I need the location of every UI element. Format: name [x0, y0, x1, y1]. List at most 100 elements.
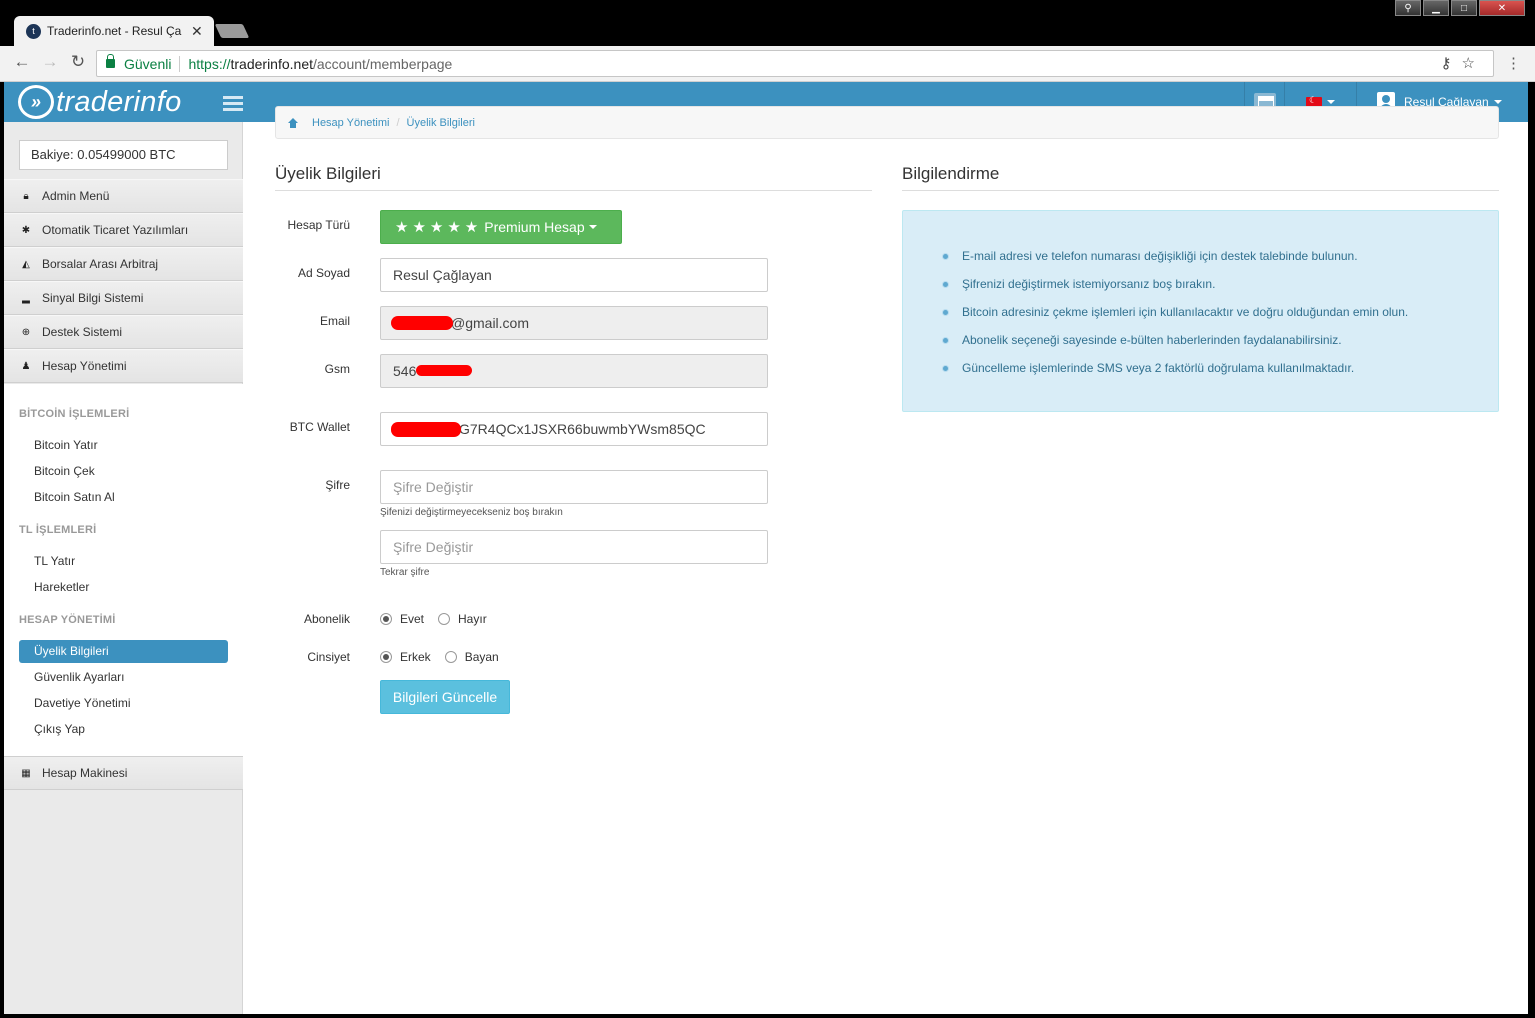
maximize-icon[interactable]: □	[1451, 0, 1477, 16]
subscription-no-label[interactable]: Hayır	[458, 612, 487, 626]
sidebar-item-trading-software[interactable]: ✱ Otomatik Ticaret Yazılımları	[4, 213, 243, 247]
url-host: traderinfo.net	[230, 55, 314, 72]
logo-mark-icon: »	[18, 85, 54, 119]
sidebar-item-label: Borsalar Arası Arbitraj	[42, 257, 159, 271]
sidebar-link-tl-deposit[interactable]: TL Yatır	[19, 550, 228, 573]
breadcrumb-item[interactable]: Üyelik Bilgileri	[407, 117, 475, 129]
sidebar-link-bitcoin-withdraw[interactable]: Bitcoin Çek	[19, 460, 228, 483]
sidebar-link-logout[interactable]: Çıkış Yap	[19, 718, 228, 741]
sidebar-item-support[interactable]: ⊕ Destek Sistemi	[4, 315, 243, 349]
star-bookmark-icon[interactable]: ☆	[1462, 55, 1485, 72]
breadcrumb-item[interactable]: Hesap Yönetimi	[312, 117, 389, 129]
sidebar-item-account-management[interactable]: ♟ Hesap Yönetimi	[4, 349, 243, 383]
hamburger-menu-icon[interactable]	[223, 96, 243, 114]
sidebar-item-calculator[interactable]: ▦ Hesap Makinesi	[4, 756, 243, 790]
password-confirm-field[interactable]	[380, 530, 768, 564]
window-close-icon[interactable]: ✕	[1479, 0, 1525, 16]
premium-account-dropdown[interactable]: ★★★★★ Premium Hesap	[380, 210, 622, 244]
btc-wallet-label: BTC Wallet	[289, 420, 350, 434]
password-field[interactable]	[380, 470, 768, 504]
url-scheme: https://	[188, 55, 231, 72]
info-list-item: Şifrenizi değiştirmek istemiyorsanız boş…	[943, 277, 1215, 291]
sidebar-link-membership-info[interactable]: Üyelik Bilgileri	[19, 640, 228, 663]
android-icon: ✱	[21, 224, 31, 236]
subscription-yes-radio[interactable]	[380, 613, 392, 625]
sidebar: Bakiye: 0.05499000 BTC 🔒︎ Admin Menü ✱ O…	[4, 122, 243, 1014]
sidebar-item-label: Hesap Makinesi	[42, 766, 128, 780]
forward-arrow-icon[interactable]: →	[38, 52, 62, 72]
home-icon[interactable]	[288, 117, 298, 128]
new-tab-button[interactable]	[214, 24, 250, 38]
sidebar-link-invitations[interactable]: Davetiye Yönetimi	[19, 692, 228, 715]
sidebar-item-admin-menu[interactable]: 🔒︎ Admin Menü	[4, 179, 243, 213]
sidebar-item-arbitrage[interactable]: ◭ Borsalar Arası Arbitraj	[4, 247, 243, 281]
sidebar-link-bitcoin-buy[interactable]: Bitcoin Satın Al	[19, 486, 228, 509]
back-arrow-icon[interactable]: ←	[10, 52, 34, 72]
btc-wallet-value: G7R4QCx1JSXR66buwmbYWsm85QC	[459, 421, 706, 437]
redaction-mark	[416, 365, 472, 376]
subscription-yes-label[interactable]: Evet	[400, 612, 424, 626]
sidebar-item-signal-system[interactable]: ▂ Sinyal Bilgi Sistemi	[4, 281, 243, 315]
lock-icon: 🔒︎	[23, 190, 29, 202]
lifebuoy-icon: ⊕	[21, 326, 31, 338]
site-favicon-icon: t	[26, 23, 41, 39]
subscription-no-radio[interactable]	[438, 613, 451, 625]
bullet-icon	[943, 253, 948, 259]
window-controls: ⚲ ▁ □ ✕	[1395, 0, 1525, 16]
info-text: Abonelik seçeneği sayesinde e-bülten hab…	[962, 333, 1342, 347]
sidebar-item-label: Destek Sistemi	[42, 325, 123, 339]
gsm-value: 546	[393, 363, 417, 379]
name-field[interactable]	[380, 258, 768, 292]
info-list-item: E-mail adresi ve telefon numarası değişi…	[943, 249, 1358, 263]
lock-icon	[106, 54, 115, 68]
address-bar[interactable]: Güvenli https:// traderinfo.net /account…	[96, 50, 1494, 77]
browser-menu-icon[interactable]: ⋮	[1506, 54, 1521, 72]
account-type-label: Hesap Türü	[287, 218, 350, 232]
tab-close-icon[interactable]: ✕	[191, 23, 203, 40]
info-title: Bilgilendirme	[902, 164, 1000, 183]
url-separator	[179, 55, 181, 72]
chevron-down-icon	[1493, 100, 1502, 104]
reload-icon[interactable]: ↻	[66, 52, 90, 72]
sidebar-link-transactions[interactable]: Hareketler	[19, 576, 228, 599]
section-heading-tl: TL İŞLEMLERİ	[19, 524, 97, 536]
info-list-item: Abonelik seçeneği sayesinde e-bülten hab…	[943, 333, 1342, 347]
sidebar-link-security-settings[interactable]: Güvenlik Ayarları	[19, 666, 228, 689]
section-heading-bitcoin: BİTCOİN İŞLEMLERİ	[19, 408, 130, 420]
tab-title: Traderinfo.net - Resul Ça	[47, 24, 182, 38]
gender-female-label[interactable]: Bayan	[465, 650, 499, 664]
url-path: /account/memberpage	[313, 55, 453, 72]
gender-male-label[interactable]: Erkek	[400, 650, 431, 664]
sidebar-item-label: Sinyal Bilgi Sistemi	[42, 291, 144, 305]
section-heading-account: HESAP YÖNETİMİ	[19, 614, 116, 626]
sidebar-item-label: Otomatik Ticaret Yazılımları	[42, 223, 189, 237]
info-panel: E-mail adresi ve telefon numarası değişi…	[902, 210, 1499, 412]
info-list-item: Güncelleme işlemlerinde SMS veya 2 faktö…	[943, 361, 1354, 375]
logo-text: traderinfo	[56, 85, 182, 118]
key-icon[interactable]: ⚷	[1441, 55, 1462, 72]
browser-window: t Traderinfo.net - Resul Ça ✕ ⚲ ▁ □ ✕ ← …	[0, 0, 1535, 1018]
info-text: E-mail adresi ve telefon numarası değişi…	[962, 249, 1358, 263]
update-info-button[interactable]: Bilgileri Güncelle	[380, 680, 510, 714]
profile-icon[interactable]: ⚲	[1395, 0, 1421, 16]
chevron-down-icon	[1327, 100, 1335, 104]
balance-display: Bakiye: 0.05499000 BTC	[19, 140, 228, 170]
tab-strip: t Traderinfo.net - Resul Ça ✕ ⚲ ▁ □ ✕	[0, 0, 1535, 46]
bullet-icon	[943, 309, 948, 315]
subscription-label: Abonelik	[303, 612, 350, 626]
gender-radio-group: Erkek Bayan	[380, 650, 513, 664]
password-confirm-help-text: Tekrar şifre	[380, 567, 430, 578]
gender-male-radio[interactable]	[380, 651, 392, 663]
redaction-mark	[391, 316, 453, 330]
traderinfo-logo[interactable]: » traderinfo	[18, 85, 182, 119]
minimize-icon[interactable]: ▁	[1423, 0, 1449, 16]
premium-account-label: Premium Hesap	[484, 219, 585, 235]
password-label: Şifre	[325, 478, 350, 492]
info-text: Şifrenizi değiştirmek istemiyorsanız boş…	[962, 277, 1216, 291]
sidebar-main-menu: 🔒︎ Admin Menü ✱ Otomatik Ticaret Yazılım…	[4, 179, 243, 383]
browser-tab[interactable]: t Traderinfo.net - Resul Ça ✕	[14, 16, 214, 46]
gender-female-radio[interactable]	[444, 651, 457, 663]
info-title-divider	[902, 190, 1499, 191]
sidebar-link-bitcoin-deposit[interactable]: Bitcoin Yatır	[19, 434, 228, 457]
gsm-label: Gsm	[324, 362, 350, 376]
